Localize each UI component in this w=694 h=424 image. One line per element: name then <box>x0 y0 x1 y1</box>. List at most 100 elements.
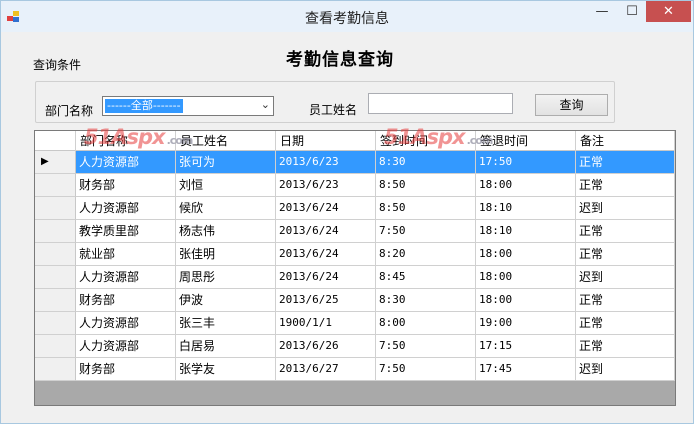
cell-name[interactable]: 刘恒 <box>176 174 276 197</box>
row-header-cell[interactable]: ▶ <box>35 151 76 174</box>
table-row[interactable]: 就业部 张佳明 2013/6/24 8:20 18:00 正常 <box>35 243 675 266</box>
column-header-dept[interactable]: 部门名称 <box>76 131 176 151</box>
cell-checkin[interactable]: 8:30 <box>376 151 476 174</box>
cell-dept[interactable]: 教学质里部 <box>76 220 176 243</box>
table-row[interactable]: 财务部 刘恒 2013/6/23 8:50 18:00 正常 <box>35 174 675 197</box>
cell-remark[interactable]: 正常 <box>576 220 675 243</box>
cell-date[interactable]: 2013/6/27 <box>276 358 376 381</box>
cell-date[interactable]: 2013/6/24 <box>276 197 376 220</box>
attendance-grid[interactable]: 部门名称 员工姓名 日期 签到时间 签退时间 备注 ▶ 人力资源部 张可为 2013/… <box>34 130 676 406</box>
table-row[interactable]: 人力资源部 张三丰 1900/1/1 8:00 19:00 正常 <box>35 312 675 335</box>
cell-dept[interactable]: 人力资源部 <box>76 312 176 335</box>
cell-dept[interactable]: 人力资源部 <box>76 266 176 289</box>
table-row[interactable]: 财务部 伊波 2013/6/25 8:30 18:00 正常 <box>35 289 675 312</box>
close-icon[interactable]: ✕ <box>646 1 691 22</box>
cell-checkin[interactable]: 8:50 <box>376 174 476 197</box>
cell-checkout[interactable]: 18:10 <box>476 197 576 220</box>
cell-remark[interactable]: 正常 <box>576 174 675 197</box>
cell-dept[interactable]: 人力资源部 <box>76 335 176 358</box>
column-header-remark[interactable]: 备注 <box>576 131 675 151</box>
cell-date[interactable]: 2013/6/25 <box>276 289 376 312</box>
cell-name[interactable]: 张佳明 <box>176 243 276 266</box>
cell-dept[interactable]: 财务部 <box>76 358 176 381</box>
row-header-cell[interactable] <box>35 358 76 381</box>
cell-name[interactable]: 张学友 <box>176 358 276 381</box>
table-row[interactable]: 人力资源部 白居易 2013/6/26 7:50 17:15 正常 <box>35 335 675 358</box>
row-header-cell[interactable] <box>35 220 76 243</box>
title-bar[interactable]: 查看考勤信息 — ☐ ✕ <box>1 1 693 32</box>
row-header-cell[interactable] <box>35 174 76 197</box>
cell-name[interactable]: 张三丰 <box>176 312 276 335</box>
maximize-icon[interactable]: ☐ <box>618 1 646 22</box>
cell-checkin[interactable]: 8:45 <box>376 266 476 289</box>
cell-checkin[interactable]: 7:50 <box>376 358 476 381</box>
cell-dept[interactable]: 财务部 <box>76 289 176 312</box>
table-row[interactable]: 教学质里部 杨志伟 2013/6/24 7:50 18:10 正常 <box>35 220 675 243</box>
query-button[interactable]: 查询 <box>535 94 608 116</box>
corner-header-cell[interactable] <box>35 131 76 151</box>
cell-name[interactable]: 候欣 <box>176 197 276 220</box>
cell-checkin[interactable]: 8:20 <box>376 243 476 266</box>
cell-remark[interactable]: 正常 <box>576 289 675 312</box>
table-row[interactable]: 财务部 张学友 2013/6/27 7:50 17:45 迟到 <box>35 358 675 381</box>
cell-remark[interactable]: 正常 <box>576 243 675 266</box>
cell-checkout[interactable]: 18:00 <box>476 243 576 266</box>
grid-header: 部门名称 员工姓名 日期 签到时间 签退时间 备注 <box>35 131 675 151</box>
row-indicator-icon: ▶ <box>41 156 49 167</box>
cell-name[interactable]: 张可为 <box>176 151 276 174</box>
page-title: 考勤信息查询 <box>286 50 394 70</box>
row-header-cell[interactable] <box>35 289 76 312</box>
cell-checkin[interactable]: 8:50 <box>376 197 476 220</box>
minimize-icon[interactable]: — <box>586 1 618 22</box>
cell-name[interactable]: 杨志伟 <box>176 220 276 243</box>
cell-checkin[interactable]: 8:00 <box>376 312 476 335</box>
dept-dropdown[interactable]: ------全部------- ⌄ <box>102 96 274 116</box>
cell-dept[interactable]: 财务部 <box>76 174 176 197</box>
table-row[interactable]: 人力资源部 周思彤 2013/6/24 8:45 18:00 迟到 <box>35 266 675 289</box>
cell-checkout[interactable]: 18:00 <box>476 289 576 312</box>
cell-dept[interactable]: 人力资源部 <box>76 197 176 220</box>
column-header-date[interactable]: 日期 <box>276 131 376 151</box>
cell-checkin[interactable]: 8:30 <box>376 289 476 312</box>
cell-checkin[interactable]: 7:50 <box>376 220 476 243</box>
cell-checkout[interactable]: 18:10 <box>476 220 576 243</box>
cell-date[interactable]: 2013/6/24 <box>276 266 376 289</box>
table-row[interactable]: 人力资源部 候欣 2013/6/24 8:50 18:10 迟到 <box>35 197 675 220</box>
cell-remark[interactable]: 迟到 <box>576 266 675 289</box>
row-header-cell[interactable] <box>35 197 76 220</box>
cell-date[interactable]: 2013/6/23 <box>276 174 376 197</box>
cell-dept[interactable]: 就业部 <box>76 243 176 266</box>
row-header-cell[interactable] <box>35 312 76 335</box>
cell-remark[interactable]: 正常 <box>576 335 675 358</box>
cell-remark[interactable]: 正常 <box>576 312 675 335</box>
row-header-cell[interactable] <box>35 266 76 289</box>
cell-checkout[interactable]: 19:00 <box>476 312 576 335</box>
main-window: 查看考勤信息 — ☐ ✕ 查询条件 考勤信息查询 部门名称 ------全部--… <box>0 0 694 424</box>
chevron-down-icon[interactable]: ⌄ <box>261 98 270 111</box>
cell-name[interactable]: 周思彤 <box>176 266 276 289</box>
cell-date[interactable]: 2013/6/24 <box>276 243 376 266</box>
cell-checkout[interactable]: 18:00 <box>476 174 576 197</box>
cell-checkin[interactable]: 7:50 <box>376 335 476 358</box>
table-row[interactable]: ▶ 人力资源部 张可为 2013/6/23 8:30 17:50 正常 <box>35 151 675 174</box>
cell-name[interactable]: 白居易 <box>176 335 276 358</box>
row-header-cell[interactable] <box>35 335 76 358</box>
cell-date[interactable]: 1900/1/1 <box>276 312 376 335</box>
cell-date[interactable]: 2013/6/24 <box>276 220 376 243</box>
cell-remark[interactable]: 正常 <box>576 151 675 174</box>
column-header-name[interactable]: 员工姓名 <box>176 131 276 151</box>
column-header-checkout[interactable]: 签退时间 <box>476 131 576 151</box>
cell-dept[interactable]: 人力资源部 <box>76 151 176 174</box>
cell-date[interactable]: 2013/6/26 <box>276 335 376 358</box>
cell-name[interactable]: 伊波 <box>176 289 276 312</box>
cell-date[interactable]: 2013/6/23 <box>276 151 376 174</box>
name-input[interactable] <box>368 93 513 114</box>
row-header-cell[interactable] <box>35 243 76 266</box>
cell-remark[interactable]: 迟到 <box>576 358 675 381</box>
cell-checkout[interactable]: 17:15 <box>476 335 576 358</box>
column-header-checkin[interactable]: 签到时间 <box>376 131 476 151</box>
cell-remark[interactable]: 迟到 <box>576 197 675 220</box>
cell-checkout[interactable]: 18:00 <box>476 266 576 289</box>
cell-checkout[interactable]: 17:50 <box>476 151 576 174</box>
cell-checkout[interactable]: 17:45 <box>476 358 576 381</box>
